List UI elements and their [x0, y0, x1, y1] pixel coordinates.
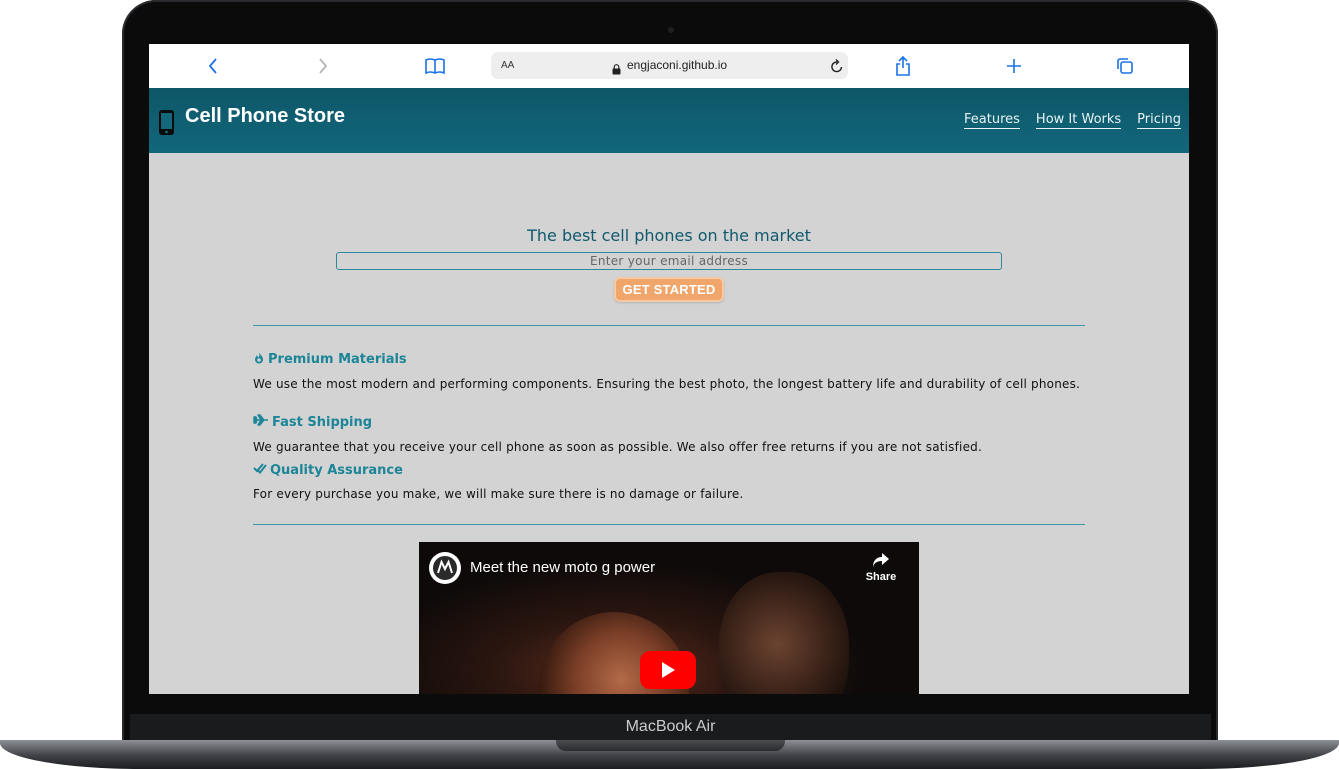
main-nav: Features How It Works Pricing	[964, 112, 1181, 129]
laptop-hinge-notch	[556, 740, 785, 751]
feature-title-text: Premium Materials	[268, 352, 407, 367]
device-label: MacBook Air	[625, 718, 716, 735]
check-double-icon	[253, 462, 267, 478]
feature-title-premium-materials: Premium Materials	[253, 351, 407, 368]
feature-description: For every purchase you make, we will mak…	[253, 487, 744, 501]
tabs-overview-icon[interactable]	[1113, 54, 1137, 78]
play-button[interactable]	[640, 651, 696, 689]
feature-title-quality-assurance: Quality Assurance	[253, 462, 403, 478]
get-started-button[interactable]: GET STARTED	[614, 277, 724, 302]
share-arrow-icon	[873, 553, 889, 567]
divider	[253, 325, 1085, 326]
text-size-button[interactable]: AA	[501, 60, 514, 71]
feature-title-text: Fast Shipping	[272, 414, 373, 430]
mobile-phone-icon	[158, 109, 175, 140]
site-title[interactable]: Cell Phone Store	[185, 105, 345, 128]
feature-description: We use the most modern and performing co…	[253, 377, 1081, 391]
feature-title-fast-shipping: Fast Shipping	[253, 414, 372, 430]
video-share-button[interactable]: Share	[863, 552, 899, 583]
feature-description: We guarantee that you receive your cell …	[253, 440, 983, 454]
forward-icon[interactable]	[311, 54, 335, 78]
hero-title: The best cell phones on the market	[527, 226, 811, 245]
new-tab-icon[interactable]	[1002, 54, 1026, 78]
share-icon[interactable]	[891, 54, 915, 78]
reload-icon[interactable]	[825, 54, 849, 78]
url-text: engjaconi.github.io	[627, 58, 728, 72]
lock-icon	[612, 60, 621, 79]
video-player[interactable]: Meet the new moto g power Share	[419, 542, 919, 694]
nav-link-pricing[interactable]: Pricing	[1137, 112, 1181, 129]
site-header: Cell Phone Store Features How It Works P…	[149, 88, 1189, 153]
video-title[interactable]: Meet the new moto g power	[470, 559, 655, 576]
camera-dot	[668, 27, 674, 33]
fire-icon	[253, 351, 265, 368]
browser-toolbar: AA engjaconi.github.io	[149, 44, 1189, 89]
play-icon	[662, 662, 675, 678]
nav-link-how-it-works[interactable]: How It Works	[1035, 112, 1122, 129]
back-icon[interactable]	[201, 54, 225, 78]
plane-icon	[253, 414, 269, 430]
nav-link-features[interactable]: Features	[964, 112, 1020, 129]
bookmarks-icon[interactable]	[423, 54, 447, 78]
email-field[interactable]	[336, 252, 1002, 270]
motorola-logo-icon[interactable]	[429, 552, 461, 584]
divider	[253, 524, 1085, 525]
feature-title-text: Quality Assurance	[270, 462, 403, 478]
share-label: Share	[865, 571, 897, 583]
address-bar[interactable]: AA engjaconi.github.io	[491, 52, 848, 79]
browser-screen: AA engjaconi.github.io Cell Phone Store …	[149, 44, 1189, 694]
video-thumbnail-person	[719, 572, 849, 694]
